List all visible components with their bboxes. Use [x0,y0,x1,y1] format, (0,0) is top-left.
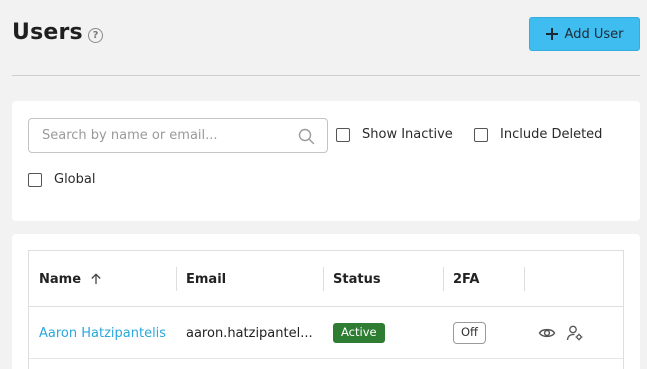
sort-ascending-icon[interactable] [90,273,102,285]
column-header-name-label: Name [39,271,82,287]
add-user-button[interactable]: Add User [529,17,640,51]
2fa-badge: Off [453,322,486,344]
users-table: Name Email Status 2FA Aaron Hatzipanteli… [28,250,624,369]
include-deleted-option[interactable]: Include Deleted [474,127,602,142]
search-input[interactable] [29,119,327,152]
table-header: Name Email Status 2FA [29,251,623,307]
include-deleted-label: Include Deleted [500,127,603,142]
header-divider [12,75,640,76]
user-settings-icon[interactable] [566,324,584,342]
column-header-status-label: Status [333,271,381,287]
column-header-2fa-label: 2FA [453,271,480,287]
search-box [28,118,328,153]
users-page: Users ? Add User Show Inactive Include D… [0,0,647,369]
column-header-name[interactable]: Name [29,251,177,307]
column-header-status[interactable]: Status [323,251,443,307]
users-table-panel: Name Email Status 2FA Aaron Hatzipanteli… [12,234,640,369]
global-checkbox[interactable] [28,172,42,187]
user-name-link[interactable]: Aaron Hatzipantelis [39,326,166,341]
2fa-cell: Off [443,307,524,359]
email-cell: aaron.hatzipantel... [176,307,323,359]
help-icon[interactable]: ? [88,28,103,43]
global-option[interactable]: Global [28,172,95,187]
user-email: aaron.hatzipantel... [186,325,313,341]
name-cell: Aaron Hatzipantelis [29,307,177,359]
column-header-email[interactable]: Email [176,251,323,307]
filter-panel: Show Inactive Include Deleted Global [12,101,640,221]
eye-icon[interactable] [538,324,556,342]
show-inactive-option[interactable]: Show Inactive [336,127,453,142]
status-cell: Active [323,307,443,359]
plus-icon [545,28,558,40]
page-title: Users [12,20,83,45]
help-glyph: ? [92,29,99,41]
column-header-email-label: Email [186,271,227,287]
show-inactive-label: Show Inactive [362,127,453,142]
global-label: Global [54,172,96,187]
table-row: Aaron Hatzipantelis aaron.hatzipantel...… [29,307,623,359]
column-separator [524,267,525,291]
search-icon[interactable] [298,128,315,145]
status-badge: Active [333,323,385,343]
show-inactive-checkbox[interactable] [336,127,350,142]
include-deleted-checkbox[interactable] [474,127,488,142]
add-user-label: Add User [564,26,624,42]
column-header-2fa[interactable]: 2FA [443,251,524,307]
